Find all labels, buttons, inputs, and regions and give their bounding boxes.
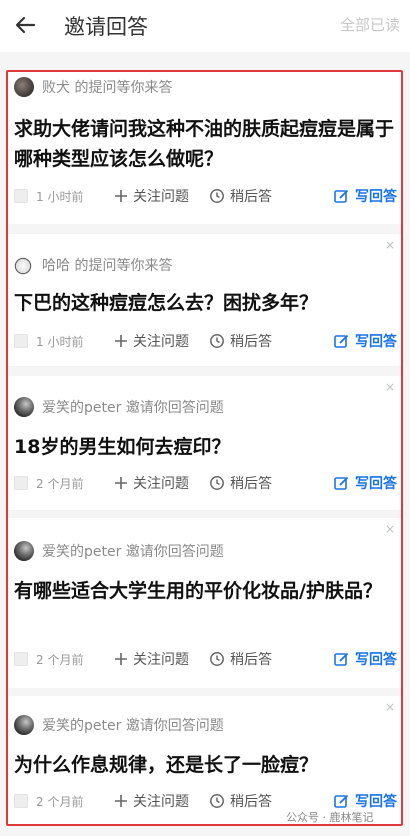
select-checkbox[interactable] (14, 334, 28, 348)
write-answer-button[interactable]: 写回答 (333, 473, 397, 493)
asker-name[interactable]: 哈哈 (42, 258, 70, 274)
clock-icon (209, 651, 225, 667)
write-answer-button[interactable]: 写回答 (333, 791, 397, 811)
plus-icon (114, 652, 128, 666)
question-title[interactable]: 下巴的这种痘痘怎么去？困扰多年？ (14, 288, 395, 318)
clock-icon (209, 475, 225, 491)
edit-icon (333, 188, 350, 205)
avatar[interactable] (14, 715, 34, 735)
answer-later-button[interactable]: 稍后答 (209, 473, 272, 493)
close-icon[interactable]: × (385, 380, 395, 394)
timestamp: 1 小时前 (36, 189, 84, 204)
card-header: 爱笑的peter 邀请你回答问题 (14, 540, 224, 562)
follow-question-button[interactable]: 关注问题 (114, 186, 189, 206)
avatar[interactable] (14, 255, 34, 275)
question-title[interactable]: 有哪些适合大学生用的平价化妆品/护肤品？ (14, 576, 395, 606)
select-checkbox[interactable] (14, 794, 28, 808)
follow-question-button[interactable]: 关注问题 (114, 473, 189, 493)
card-actions: 2 个月前 关注问题 稍后答 写回答 (14, 648, 397, 670)
close-icon[interactable]: × (385, 238, 395, 252)
follow-question-button[interactable]: 关注问题 (114, 331, 189, 351)
clock-icon (209, 793, 225, 809)
question-title[interactable]: 18岁的男生如何去痘印？ (14, 432, 395, 462)
follow-question-button[interactable]: 关注问题 (114, 649, 189, 669)
invite-card[interactable]: 爱笑的peter 邀请你回答问题 × 18岁的男生如何去痘印？ 2 个月前 关注… (8, 376, 401, 510)
avatar[interactable] (14, 541, 34, 561)
edit-icon (333, 793, 350, 810)
mark-all-read-button[interactable]: 全部已读 (340, 14, 400, 35)
question-title[interactable]: 为什么作息规律，还是长了一脸痘？ (14, 750, 395, 780)
plus-icon (114, 476, 128, 490)
timestamp: 2 个月前 (36, 794, 84, 809)
watermark: 公众号 · 鹿林笔记 (286, 811, 374, 824)
write-answer-button[interactable]: 写回答 (333, 186, 397, 206)
clock-icon (209, 333, 225, 349)
card-actions: 1 小时前 关注问题 稍后答 写回答 (14, 330, 397, 352)
invite-action: 的提问等你来答 (74, 80, 173, 96)
card-header: 爱笑的peter 邀请你回答问题 (14, 714, 224, 736)
select-checkbox[interactable] (14, 476, 28, 490)
avatar[interactable] (14, 397, 34, 417)
plus-icon (114, 334, 128, 348)
invite-card[interactable]: 哈哈 的提问等你来答 × 下巴的这种痘痘怎么去？困扰多年？ 1 小时前 关注问题… (8, 234, 401, 366)
invite-card[interactable]: 败犬 的提问等你来答 求助大佬请问我这种不油的肤质起痘痘是属于哪种类型应该怎么做… (8, 72, 401, 224)
asker-name[interactable]: 败犬 (42, 80, 70, 96)
timestamp: 1 小时前 (36, 334, 84, 349)
plus-icon (114, 794, 128, 808)
highlight-frame: 败犬 的提问等你来答 求助大佬请问我这种不油的肤质起痘痘是属于哪种类型应该怎么做… (6, 70, 403, 826)
asker-name[interactable]: 爱笑的peter (42, 718, 121, 734)
invite-action: 邀请你回答问题 (125, 400, 224, 416)
timestamp: 2 个月前 (36, 652, 84, 667)
plus-icon (114, 189, 128, 203)
select-checkbox[interactable] (14, 189, 28, 203)
edit-icon (333, 333, 350, 350)
close-icon[interactable]: × (385, 700, 395, 714)
write-answer-button[interactable]: 写回答 (333, 331, 397, 351)
write-answer-button[interactable]: 写回答 (333, 649, 397, 669)
avatar[interactable] (14, 77, 34, 97)
answer-later-button[interactable]: 稍后答 (209, 186, 272, 206)
app-header: 邀请回答 全部已读 (0, 0, 410, 52)
card-header: 败犬 的提问等你来答 (14, 76, 172, 98)
question-title[interactable]: 求助大佬请问我这种不油的肤质起痘痘是属于哪种类型应该怎么做呢？ (14, 114, 395, 174)
clock-icon (209, 188, 225, 204)
back-arrow-icon[interactable] (12, 11, 40, 39)
card-actions: 2 个月前 关注问题 稍后答 写回答 (14, 472, 397, 494)
answer-later-button[interactable]: 稍后答 (209, 791, 272, 811)
answer-later-button[interactable]: 稍后答 (209, 649, 272, 669)
invite-action: 邀请你回答问题 (125, 718, 224, 734)
invite-action: 邀请你回答问题 (125, 544, 224, 560)
card-actions: 1 小时前 关注问题 稍后答 写回答 (14, 185, 397, 207)
card-header: 哈哈 的提问等你来答 (14, 254, 172, 276)
asker-name[interactable]: 爱笑的peter (42, 400, 121, 416)
answer-later-button[interactable]: 稍后答 (209, 331, 272, 351)
select-checkbox[interactable] (14, 652, 28, 666)
close-icon[interactable]: × (385, 522, 395, 536)
follow-question-button[interactable]: 关注问题 (114, 791, 189, 811)
card-header: 爱笑的peter 邀请你回答问题 (14, 396, 224, 418)
invite-card[interactable]: 爱笑的peter 邀请你回答问题 × 为什么作息规律，还是长了一脸痘？ 2 个月… (8, 696, 401, 824)
asker-name[interactable]: 爱笑的peter (42, 544, 121, 560)
page-title: 邀请回答 (64, 15, 148, 39)
invite-action: 的提问等你来答 (74, 258, 173, 274)
edit-icon (333, 475, 350, 492)
edit-icon (333, 651, 350, 668)
invite-card[interactable]: 爱笑的peter 邀请你回答问题 × 有哪些适合大学生用的平价化妆品/护肤品？ … (8, 518, 401, 688)
timestamp: 2 个月前 (36, 476, 84, 491)
